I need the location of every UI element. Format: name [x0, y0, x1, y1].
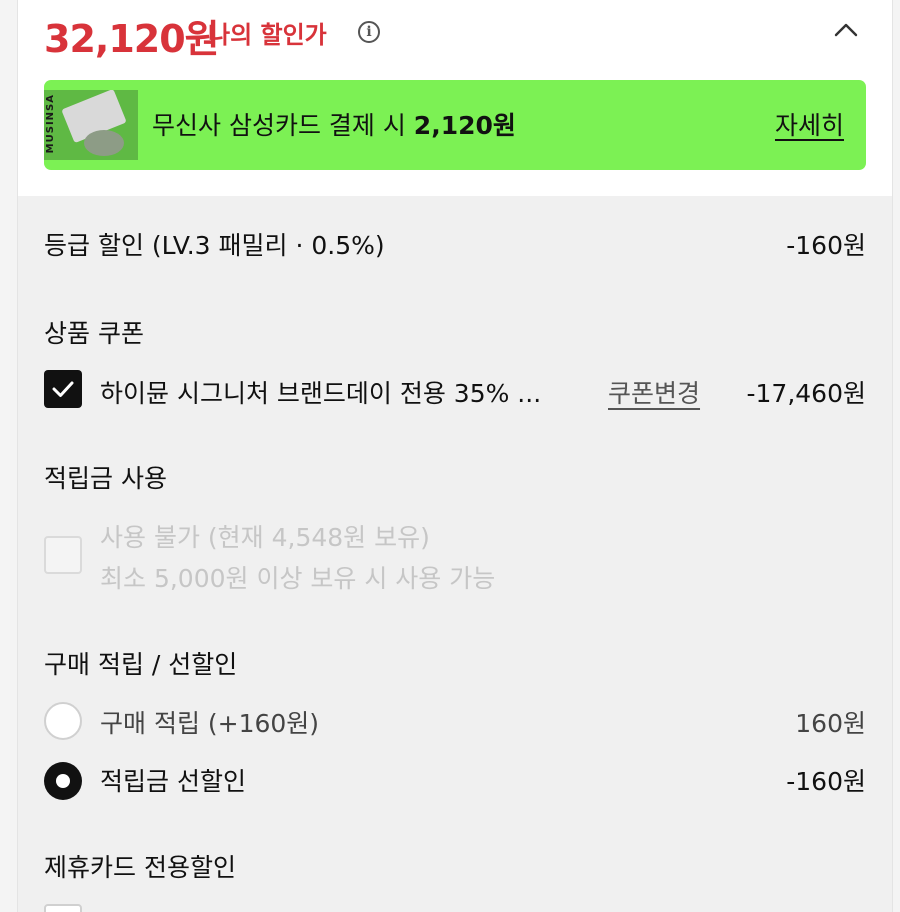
checkmark-icon [52, 381, 74, 397]
product-coupon-title: 상품 쿠폰 [44, 319, 144, 348]
grade-discount-label: 등급 할인 (LV.3 패밀리 · 0.5%) [44, 231, 385, 260]
points-title: 적립금 사용 [44, 464, 167, 493]
thumbnail-logo-text: MUSINSA [45, 94, 56, 154]
coupon-label: 하이뮨 시그니처 브랜드데이 전용 35% ... [100, 379, 542, 408]
radio-selected-dot [56, 774, 70, 788]
card-promo-prefix: 무신사 삼성카드 결제 시 [152, 111, 406, 140]
coupon-checkbox[interactable] [44, 370, 82, 408]
card-promo-amount: 2,120원 [413, 111, 516, 140]
grade-discount-row: 등급 할인 (LV.3 패밀리 · 0.5%) -160원 [44, 226, 866, 262]
pre-discount-amount: -160원 [786, 767, 866, 796]
card-promo-text: 무신사 삼성카드 결제 시 2,120원 [152, 106, 516, 142]
radio-pre-discount[interactable] [44, 762, 82, 800]
card-discount-checkbox[interactable] [44, 904, 82, 912]
coupon-change-link[interactable]: 쿠폰변경 [608, 374, 700, 410]
card-discount-title: 제휴카드 전용할인 [44, 853, 236, 882]
pre-discount-label: 적립금 선할인 [100, 767, 246, 796]
coupon-amount: -17,460원 [746, 379, 867, 408]
radio-purchase-reward[interactable] [44, 702, 82, 740]
purchase-reward-title: 구매 적립 / 선할인 [44, 650, 238, 679]
discount-panel: 32,120원 나의 할인가 i MUSINSA 무신사 삼성카드 결제 시 2… [18, 0, 892, 912]
points-unavailable-text: 사용 불가 (현재 4,548원 보유) [100, 523, 430, 552]
grade-discount-amount: -160원 [786, 231, 866, 260]
purchase-reward-amount: 160원 [795, 709, 866, 738]
info-circle-icon[interactable]: i [358, 21, 380, 43]
card-thumbnail-image: MUSINSA [44, 90, 138, 160]
card-promo-banner[interactable]: MUSINSA 무신사 삼성카드 결제 시 2,120원 자세히 [44, 80, 866, 170]
discount-price: 32,120원 [44, 17, 220, 61]
thumbnail-decor [84, 130, 124, 156]
purchase-reward-label: 구매 적립 (+160원) [100, 709, 320, 738]
discount-price-label: 나의 할인가 [208, 21, 327, 49]
frame-edge-right [892, 0, 900, 912]
card-promo-detail-link[interactable]: 자세히 [775, 106, 844, 142]
points-minimum-text: 최소 5,000원 이상 보유 시 사용 가능 [100, 564, 496, 593]
frame-edge-left [0, 0, 18, 912]
points-checkbox[interactable] [44, 536, 82, 574]
price-header: 32,120원 나의 할인가 i MUSINSA 무신사 삼성카드 결제 시 2… [18, 0, 892, 196]
chevron-up-icon[interactable] [834, 20, 858, 40]
